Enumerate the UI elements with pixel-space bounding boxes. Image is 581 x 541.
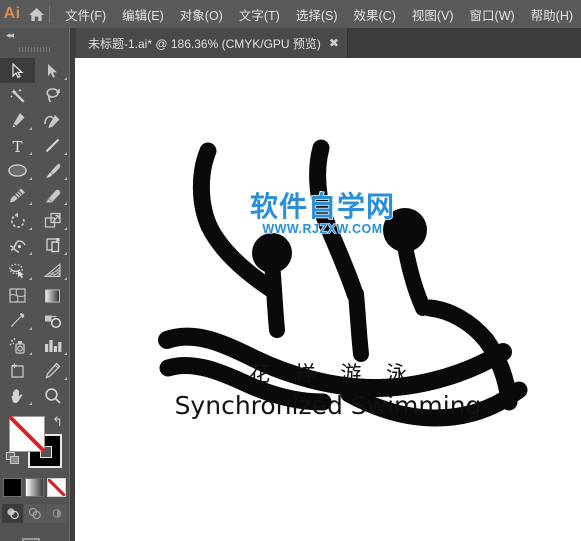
illustrator-window: Ai 文件(F) 编辑(E) 对象(O) 文字(T) 选择(S) 效果(C) 视… <box>0 0 581 541</box>
menu-object[interactable]: 对象(O) <box>172 1 231 28</box>
draw-inside-mode[interactable] <box>46 504 67 523</box>
tool-flyout-indicator <box>29 327 32 330</box>
collapse-panel-icon[interactable]: ◂◂ <box>0 28 69 42</box>
tool-flyout-indicator <box>64 152 67 155</box>
fill-swatch[interactable] <box>9 416 45 452</box>
color-controls: ↰ <box>0 412 69 472</box>
color-mode-none[interactable] <box>47 478 66 497</box>
tool-flyout-indicator <box>29 277 32 280</box>
blend-tool[interactable] <box>35 308 70 333</box>
menu-file[interactable]: 文件(F) <box>57 1 114 28</box>
ellipse-tool[interactable] <box>0 158 35 183</box>
paintbrush-tool[interactable] <box>35 158 70 183</box>
caption-chinese: 花 样 游 泳 <box>248 362 417 386</box>
menu-window[interactable]: 窗口(W) <box>462 1 523 28</box>
width-tool[interactable] <box>0 233 35 258</box>
menu-help[interactable]: 帮助(H) <box>523 1 581 28</box>
tool-flyout-indicator <box>29 127 32 130</box>
svg-text:T: T <box>12 138 22 154</box>
tool-flyout-indicator <box>64 227 67 230</box>
default-fill-stroke-icon[interactable] <box>6 452 20 465</box>
artboard-tool[interactable] <box>0 358 35 383</box>
swap-fill-stroke-icon[interactable]: ↰ <box>52 414 63 430</box>
menu-effect[interactable]: 效果(C) <box>346 1 404 28</box>
direct-selection-tool[interactable] <box>35 58 70 83</box>
eraser-tool[interactable] <box>35 183 70 208</box>
color-mode-gradient[interactable] <box>25 478 44 497</box>
tool-flyout-indicator <box>29 177 32 180</box>
color-mode-row <box>0 478 69 497</box>
tool-flyout-indicator <box>64 77 67 80</box>
menu-select[interactable]: 选择(S) <box>288 1 346 28</box>
tool-flyout-indicator <box>29 402 32 405</box>
mesh-tool[interactable] <box>0 283 35 308</box>
rotate-tool[interactable] <box>0 208 35 233</box>
slice-tool[interactable] <box>35 358 70 383</box>
menubar-divider <box>49 5 51 23</box>
caption-english: Synchronized Swimming <box>174 391 482 420</box>
document-tab-bar: 未标题-1.ai* @ 186.36% (CMYK/GPU 预览) ✖ <box>70 28 581 58</box>
menu-type[interactable]: 文字(T) <box>231 1 288 28</box>
menu-edit[interactable]: 编辑(E) <box>114 1 172 28</box>
line-segment-tool[interactable] <box>35 133 70 158</box>
menu-item-list: 文件(F) 编辑(E) 对象(O) 文字(T) 选择(S) 效果(C) 视图(V… <box>57 1 581 28</box>
tool-grid: T <box>0 56 69 408</box>
shaper-tool[interactable] <box>0 183 35 208</box>
draw-normal-mode[interactable] <box>2 504 23 523</box>
screen-mode-button[interactable] <box>0 535 69 541</box>
scale-tool[interactable] <box>35 208 70 233</box>
tool-flyout-indicator <box>29 352 32 355</box>
shape-builder-tool[interactable] <box>0 258 35 283</box>
curvature-tool[interactable] <box>35 108 70 133</box>
panel-drag-handle[interactable] <box>0 42 69 56</box>
tool-flyout-indicator <box>64 352 67 355</box>
tool-flyout-indicator <box>29 202 32 205</box>
tool-flyout-indicator <box>29 227 32 230</box>
selection-tool[interactable] <box>0 58 35 83</box>
free-transform-tool[interactable] <box>35 233 70 258</box>
symbol-sprayer-tool[interactable] <box>0 333 35 358</box>
perspective-grid-tool[interactable] <box>35 258 70 283</box>
tool-flyout-indicator <box>64 202 67 205</box>
draw-behind-mode[interactable] <box>24 504 45 523</box>
document-tab-label: 未标题-1.ai* @ 186.36% (CMYK/GPU 预览) <box>88 36 321 51</box>
hand-tool[interactable] <box>0 383 35 408</box>
artboard-canvas[interactable]: 软件自学网 WWW.RJZXW.COM 花 样 游 泳 Synchronized… <box>75 58 581 541</box>
eyedropper-tool[interactable] <box>0 308 35 333</box>
pen-tool[interactable] <box>0 108 35 133</box>
color-mode-solid[interactable] <box>3 478 22 497</box>
app-logo: Ai <box>3 5 21 22</box>
column-graph-tool[interactable] <box>35 333 70 358</box>
home-icon[interactable] <box>24 0 48 28</box>
zoom-tool[interactable] <box>35 383 70 408</box>
type-tool[interactable]: T <box>0 133 35 158</box>
tool-flyout-indicator <box>29 252 32 255</box>
draw-mode-row <box>0 504 69 523</box>
menu-view[interactable]: 视图(V) <box>404 1 462 28</box>
no-fill-slash-icon <box>9 416 45 452</box>
magic-wand-tool[interactable] <box>0 83 35 108</box>
tool-flyout-indicator <box>64 277 67 280</box>
tool-flyout-indicator <box>64 177 67 180</box>
close-icon[interactable]: ✖ <box>321 28 347 58</box>
lasso-tool[interactable] <box>35 83 70 108</box>
menu-bar: Ai 文件(F) 编辑(E) 对象(O) 文字(T) 选择(S) 效果(C) 视… <box>0 0 581 28</box>
gradient-tool[interactable] <box>35 283 70 308</box>
tool-flyout-indicator <box>64 377 67 380</box>
tools-panel: ◂◂ T ↰ <box>0 28 70 541</box>
tool-flyout-indicator <box>29 152 32 155</box>
document-tab[interactable]: 未标题-1.ai* @ 186.36% (CMYK/GPU 预览) ✖ <box>76 28 348 58</box>
tool-flyout-indicator <box>64 252 67 255</box>
synchronized-swimming-pictogram <box>158 139 528 427</box>
